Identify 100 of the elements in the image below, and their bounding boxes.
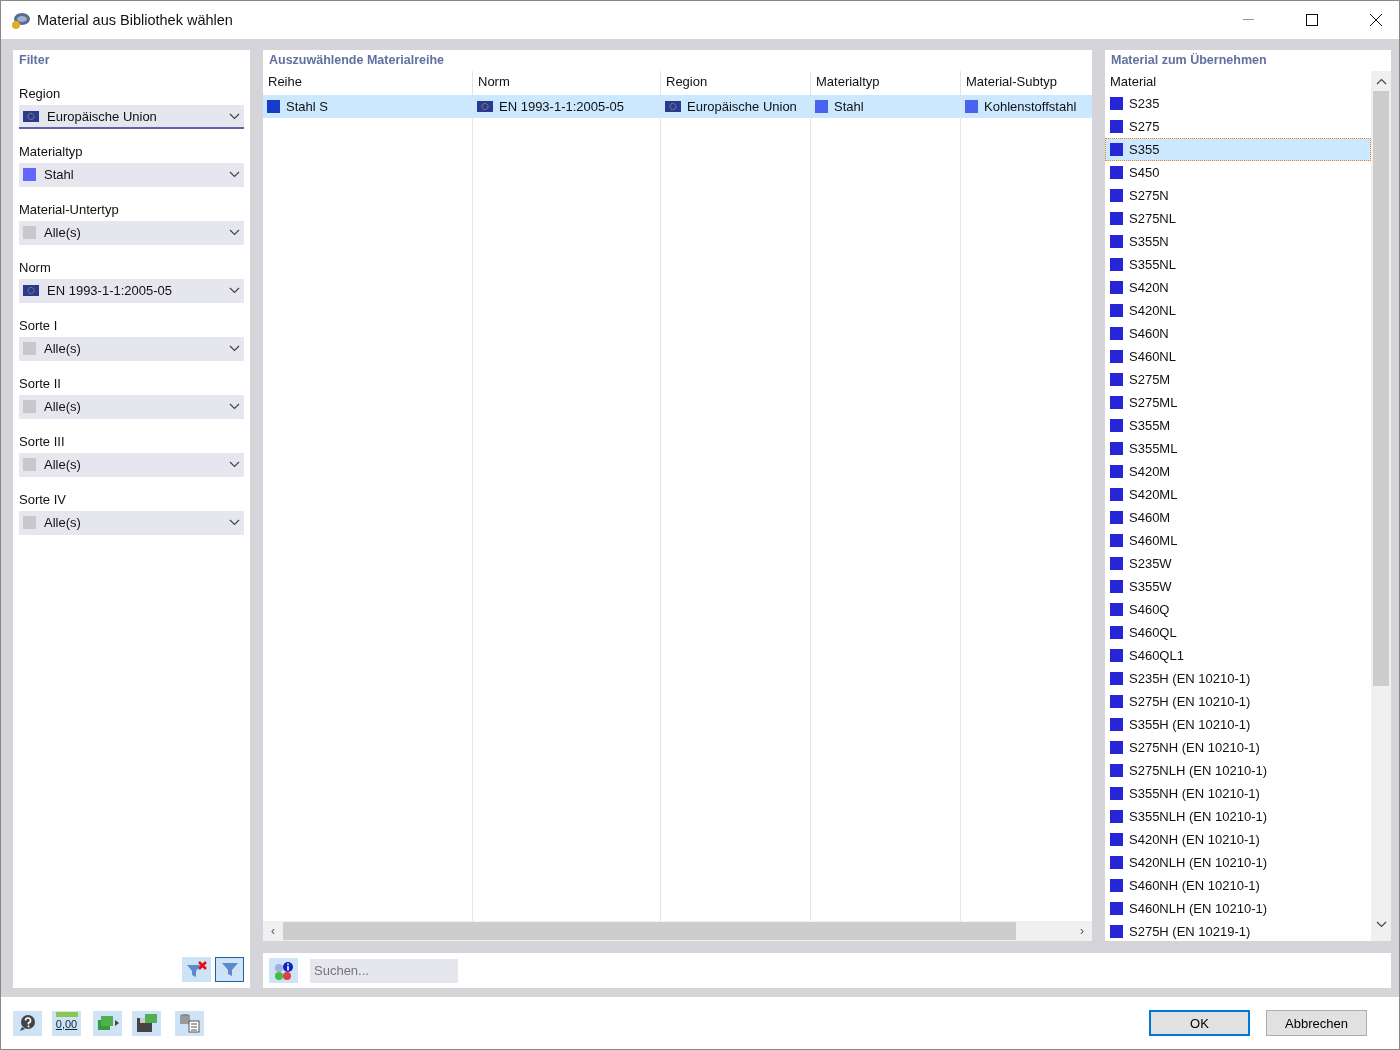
material-item[interactable]: S235W xyxy=(1105,552,1371,575)
material-item[interactable]: S275NL xyxy=(1105,207,1371,230)
dropdown[interactable]: Alle(s) xyxy=(19,221,244,245)
color-swatch xyxy=(1110,304,1123,317)
material-item[interactable]: S275 xyxy=(1105,115,1371,138)
material-item[interactable]: S460NLH (EN 10210-1) xyxy=(1105,897,1371,920)
material-item[interactable]: S235 xyxy=(1105,92,1371,115)
material-item[interactable]: S420N xyxy=(1105,276,1371,299)
dropdown[interactable]: Europäische Union xyxy=(19,105,244,129)
dropdown[interactable]: Stahl xyxy=(19,163,244,187)
material-item[interactable]: S275N xyxy=(1105,184,1371,207)
material-item[interactable]: S420NLH (EN 10210-1) xyxy=(1105,851,1371,874)
material-name: S275M xyxy=(1129,372,1171,387)
material-item[interactable]: S460M xyxy=(1105,506,1371,529)
search-field[interactable]: Suchen... xyxy=(310,958,458,983)
color-swatch xyxy=(1110,580,1123,593)
dropdown[interactable]: Alle(s) xyxy=(19,337,244,361)
chevron-down-icon xyxy=(229,170,240,178)
material-item[interactable]: S275M xyxy=(1105,368,1371,391)
color-swatch xyxy=(1110,373,1123,386)
scroll-left-button[interactable]: ‹ xyxy=(263,924,283,938)
color-swatch xyxy=(1110,534,1123,547)
material-item[interactable]: S460Q xyxy=(1105,598,1371,621)
scroll-right-button[interactable]: › xyxy=(1072,924,1092,938)
material-item[interactable]: S355NLH (EN 10210-1) xyxy=(1105,805,1371,828)
color-swatch xyxy=(1110,672,1123,685)
dropdown[interactable]: Alle(s) xyxy=(19,453,244,477)
material-name: S420M xyxy=(1129,464,1171,479)
table-cell[interactable]: Europäische Union xyxy=(660,95,810,118)
material-item[interactable]: S275NH (EN 10210-1) xyxy=(1105,736,1371,759)
material-item[interactable]: S460QL1 xyxy=(1105,644,1371,667)
material-item[interactable]: S275H (EN 10219-1) xyxy=(1105,920,1371,941)
material-item[interactable]: S460ML xyxy=(1105,529,1371,552)
column-header[interactable]: Reihe xyxy=(263,71,472,95)
color-swatch xyxy=(1110,718,1123,731)
question-bubble-icon xyxy=(18,1014,37,1032)
dropdown[interactable]: EN 1993-1-1:2005-05 xyxy=(19,279,244,303)
material-name: S275NL xyxy=(1129,211,1176,226)
field-label: Sorte I xyxy=(18,317,59,335)
material-name: S235H (EN 10210-1) xyxy=(1129,671,1251,686)
dropdown[interactable]: Alle(s) xyxy=(19,395,244,419)
dialog-button[interactable]: OK xyxy=(1149,1010,1250,1036)
material-name: S420ML xyxy=(1129,487,1178,502)
color-swatch xyxy=(1110,97,1123,110)
material-item[interactable]: S355 xyxy=(1105,138,1371,161)
material-item[interactable]: S355NL xyxy=(1105,253,1371,276)
database-document-button[interactable] xyxy=(175,1010,204,1036)
material-item[interactable]: S275ML xyxy=(1105,391,1371,414)
table-cell[interactable]: Stahl xyxy=(810,95,960,118)
material-name: S235W xyxy=(1129,556,1172,571)
save-button[interactable] xyxy=(132,1010,161,1036)
material-name: S355NH (EN 10210-1) xyxy=(1129,786,1260,801)
horizontal-scrollbar[interactable]: ‹ › xyxy=(263,921,1092,941)
material-item[interactable]: S420NH (EN 10210-1) xyxy=(1105,828,1371,851)
material-item[interactable]: S460QL xyxy=(1105,621,1371,644)
material-item[interactable]: S355ML xyxy=(1105,437,1371,460)
material-item[interactable]: S355W xyxy=(1105,575,1371,598)
info-button[interactable] xyxy=(269,958,298,983)
material-item[interactable]: S460N xyxy=(1105,322,1371,345)
column-header[interactable]: Material xyxy=(1105,71,1371,92)
material-item[interactable]: S450 xyxy=(1105,161,1371,184)
color-swatch xyxy=(1110,235,1123,248)
material-item[interactable]: S460NH (EN 10210-1) xyxy=(1105,874,1371,897)
material-item[interactable]: S420ML xyxy=(1105,483,1371,506)
material-name: S460M xyxy=(1129,510,1171,525)
units-button[interactable]: 0,00 xyxy=(52,1010,81,1036)
dialog-button[interactable]: Abbrechen xyxy=(1266,1010,1367,1036)
material-item[interactable]: S355M xyxy=(1105,414,1371,437)
drawer-arrow-icon xyxy=(95,1014,120,1032)
material-item[interactable]: S420NL xyxy=(1105,299,1371,322)
filter-button[interactable] xyxy=(215,957,244,982)
dropdown[interactable]: Alle(s) xyxy=(19,511,244,535)
import-button[interactable] xyxy=(93,1010,122,1036)
table-cell[interactable]: Stahl S xyxy=(263,95,472,118)
table-cell[interactable]: Kohlenstoffstahl xyxy=(960,95,1092,118)
panel-title: Filter xyxy=(18,52,51,69)
flag-icon xyxy=(665,101,681,112)
material-name: S420NLH (EN 10210-1) xyxy=(1129,855,1268,870)
chevron-up-icon[interactable] xyxy=(1375,78,1387,85)
chevron-down-icon xyxy=(229,228,240,236)
color-swatch xyxy=(1110,442,1123,455)
material-item[interactable]: S460NL xyxy=(1105,345,1371,368)
material-item[interactable]: S355NH (EN 10210-1) xyxy=(1105,782,1371,805)
material-item[interactable]: S235H (EN 10210-1) xyxy=(1105,667,1371,690)
help-button[interactable] xyxy=(13,1010,42,1036)
material-name: S450 xyxy=(1129,165,1160,180)
color-swatch xyxy=(1110,810,1123,823)
table-cell[interactable]: EN 1993-1-1:2005-05 xyxy=(472,95,660,118)
chevron-down-icon[interactable] xyxy=(1375,921,1387,928)
material-name: S460NL xyxy=(1129,349,1176,364)
material-item[interactable]: S275NLH (EN 10210-1) xyxy=(1105,759,1371,782)
field-label: Sorte II xyxy=(18,375,62,393)
material-item[interactable]: S420M xyxy=(1105,460,1371,483)
maximize-icon xyxy=(1306,14,1318,26)
material-item[interactable]: S355N xyxy=(1105,230,1371,253)
material-item[interactable]: S355H (EN 10210-1) xyxy=(1105,713,1371,736)
material-item[interactable]: S275H (EN 10210-1) xyxy=(1105,690,1371,713)
flag-icon xyxy=(477,101,493,112)
clear-filter-button[interactable] xyxy=(182,957,211,982)
color-swatch xyxy=(1110,488,1123,501)
